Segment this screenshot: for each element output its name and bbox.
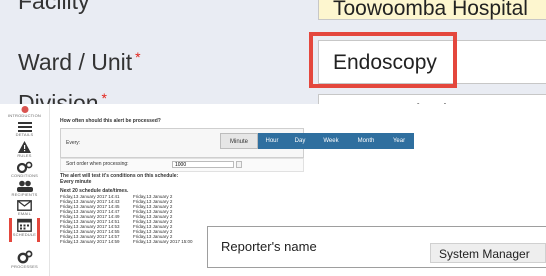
ward-required-mark: *: [135, 49, 141, 65]
frequency-minute-button[interactable]: Minute: [220, 133, 258, 149]
sidebar-item-processes[interactable]: PROCESSES: [0, 250, 49, 269]
sidebar-item-email[interactable]: EMAIL: [0, 200, 49, 216]
frequency-question: How often should this alert be processed…: [60, 118, 161, 124]
sidebar-item-label: SCHEDULE: [12, 232, 37, 237]
ward-highlight-box: [309, 32, 457, 88]
sidebar-item-label: PROCESSES: [11, 264, 38, 269]
every-label: Every:: [66, 140, 81, 146]
division-field[interactable]: TW Surgical: [318, 94, 546, 104]
schedule-frequency: Every minute: [60, 179, 92, 185]
envelope-icon: [17, 200, 32, 211]
frequency-month-button[interactable]: Month: [348, 133, 384, 149]
sidebar-item-conditions[interactable]: CONDITIONS: [0, 161, 49, 178]
ward-label-text: Ward / Unit: [18, 49, 133, 75]
sidebar-item-label: CONDITIONS: [10, 173, 39, 178]
facility-field[interactable]: Toowoomba Hospital: [318, 0, 546, 20]
list-icon: [17, 122, 32, 132]
info-icon: [21, 106, 28, 113]
active-indicator-left: [9, 218, 12, 242]
sidebar-item-label: RULES: [17, 153, 32, 158]
sidebar-item-introduction[interactable]: INTRODUCTION: [0, 106, 49, 118]
frequency-year-button[interactable]: Year: [384, 133, 414, 149]
division-label: Division *: [18, 90, 107, 104]
sidebar-item-rules[interactable]: RULES: [0, 141, 49, 158]
sidebar-item-label: EMAIL: [17, 211, 31, 216]
frequency-hour-button[interactable]: Hour: [258, 133, 286, 149]
reporter-name-field[interactable]: System Manager: [430, 243, 546, 263]
users-icon: [16, 180, 33, 192]
sidebar: INTRODUCTION DETAILS RULES CONDITIONS RE…: [0, 104, 50, 276]
sort-order-stepper[interactable]: [236, 161, 242, 168]
sidebar-item-label: RECIPIENTS: [11, 192, 38, 197]
sort-order-input[interactable]: 1000: [172, 161, 234, 168]
sidebar-item-recipients[interactable]: RECIPIENTS: [0, 180, 49, 197]
sort-order-label: Sort order when processing:: [66, 161, 129, 167]
division-required-mark: *: [101, 90, 107, 104]
warning-icon: [18, 141, 31, 153]
sidebar-item-schedule[interactable]: SCHEDULE: [0, 218, 49, 242]
reporter-label: Reporter's name: [221, 239, 317, 254]
active-indicator-right: [37, 218, 40, 242]
calendar-icon: [17, 218, 32, 232]
ward-label: Ward / Unit *: [18, 49, 141, 76]
sidebar-item-details[interactable]: DETAILS: [0, 121, 49, 137]
division-label-text: Division: [18, 90, 99, 104]
zoomed-form: Facility Toowoomba Hospital Ward / Unit *…: [0, 0, 546, 104]
sidebar-item-label: INTRODUCTION: [7, 113, 42, 118]
sidebar-item-label: DETAILS: [15, 132, 34, 137]
frequency-week-button[interactable]: Week: [314, 133, 348, 149]
gears-icon: [16, 161, 32, 173]
cogs-icon: [17, 250, 32, 264]
frequency-day-button[interactable]: Day: [286, 133, 314, 149]
facility-label: Facility: [18, 0, 90, 14]
